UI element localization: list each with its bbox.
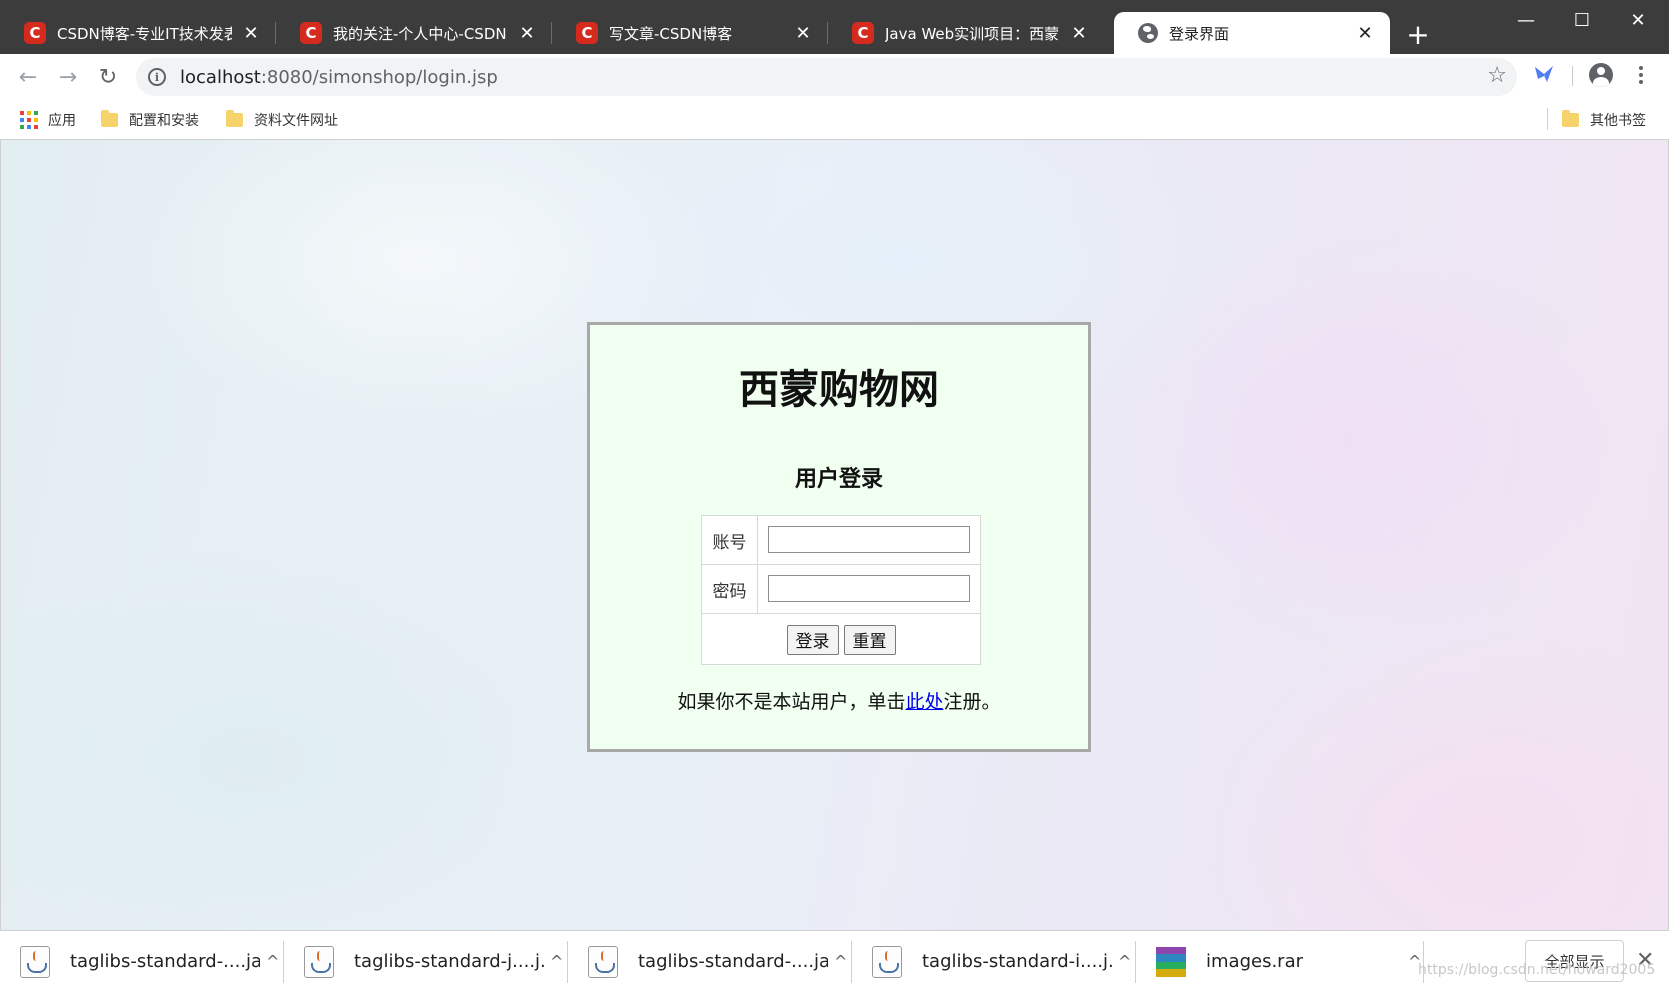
window-close-button[interactable]: ✕	[1610, 0, 1666, 40]
url-host: localhost	[180, 66, 261, 88]
login-button[interactable]: 登录	[786, 624, 839, 655]
download-shelf: taglibs-standard-....jar ^ taglibs-stand…	[0, 930, 1669, 991]
watermark-text: https://blog.csdn.net/howard2005	[1418, 962, 1656, 978]
login-form: 账号 密码 登录 重置	[701, 515, 981, 665]
close-icon[interactable]: ✕	[240, 22, 262, 44]
bookmark-resources[interactable]: 资料文件网址	[226, 108, 338, 132]
reset-button[interactable]: 重置	[843, 624, 896, 655]
tab-title: CSDN博客-专业IT技术发表平	[57, 24, 232, 43]
close-icon[interactable]: ✕	[792, 22, 814, 44]
chevron-up-icon[interactable]: ^	[834, 952, 847, 971]
download-item[interactable]: taglibs-standard-i....j... ^	[852, 931, 1136, 991]
browser-toolbar: ← → ↻ i localhost:8080/simonshop/login.j…	[0, 54, 1669, 100]
bookmark-config[interactable]: 配置和安装	[101, 108, 199, 132]
bookmark-label: 配置和安装	[129, 113, 199, 129]
download-item[interactable]: taglibs-standard-....jar ^	[568, 931, 852, 991]
tab-csdn-following[interactable]: C 我的关注-个人中心-CSDN ✕	[276, 12, 552, 54]
forward-button[interactable]: →	[51, 60, 85, 94]
apps-icon	[20, 111, 38, 129]
register-prefix: 如果你不是本站用户，单击	[677, 691, 906, 713]
csdn-icon: C	[576, 22, 598, 44]
back-button[interactable]: ←	[11, 60, 45, 94]
login-panel: 西蒙购物网 用户登录 账号 密码 登录 重置 如果你不是本站用户，单击此处注册。	[587, 322, 1091, 752]
extension-icon[interactable]	[1532, 62, 1556, 86]
csdn-icon: C	[24, 22, 46, 44]
tab-title: 我的关注-个人中心-CSDN	[333, 24, 507, 43]
reload-button[interactable]: ↻	[91, 60, 125, 94]
globe-icon	[1138, 23, 1158, 43]
password-row: 密码	[702, 565, 980, 614]
username-label: 账号	[702, 516, 758, 564]
username-row: 账号	[702, 516, 980, 565]
menu-icon[interactable]	[1633, 62, 1649, 88]
minimize-button[interactable]: —	[1498, 0, 1554, 40]
password-label: 密码	[702, 565, 758, 613]
folder-icon	[101, 110, 118, 127]
chevron-up-icon[interactable]: ^	[550, 952, 563, 971]
tab-strip: C CSDN博客-专业IT技术发表平 ✕ C 我的关注-个人中心-CSDN ✕ …	[0, 0, 1669, 54]
chevron-up-icon[interactable]: ^	[1118, 952, 1131, 971]
bookmarks-separator	[1547, 108, 1548, 130]
download-name: taglibs-standard-j....j...	[354, 951, 544, 972]
bookmark-apps[interactable]: 应用	[20, 108, 76, 132]
close-icon[interactable]: ✕	[516, 22, 538, 44]
url-path: :8080/simonshop/login.jsp	[260, 66, 498, 88]
tab-title: 写文章-CSDN博客	[609, 24, 733, 43]
address-bar[interactable]: i localhost:8080/simonshop/login.jsp ☆	[136, 58, 1517, 96]
download-item[interactable]: taglibs-standard-j....j... ^	[284, 931, 568, 991]
register-link[interactable]: 此处	[905, 691, 943, 713]
folder-icon	[226, 110, 243, 127]
java-file-icon	[872, 945, 902, 978]
csdn-icon: C	[300, 22, 322, 44]
tab-java-web-project[interactable]: C Java Web实训项目：西蒙购 ✕	[828, 12, 1104, 54]
download-item[interactable]: taglibs-standard-....jar ^	[0, 931, 284, 991]
tab-csdn-write[interactable]: C 写文章-CSDN博客 ✕	[552, 12, 828, 54]
csdn-icon: C	[852, 22, 874, 44]
java-file-icon	[588, 945, 618, 978]
bookmark-star-icon[interactable]: ☆	[1487, 63, 1507, 88]
bookmark-label: 应用	[48, 113, 76, 129]
login-heading: 用户登录	[794, 467, 883, 492]
download-name: taglibs-standard-....jar	[638, 951, 828, 972]
username-input[interactable]	[768, 526, 970, 553]
download-name: taglibs-standard-i....j...	[922, 951, 1112, 972]
url-text[interactable]: localhost:8080/simonshop/login.jsp	[180, 67, 498, 88]
tab-title: 登录界面	[1169, 24, 1230, 43]
close-icon[interactable]: ✕	[1354, 22, 1376, 44]
page-viewport: 西蒙购物网 用户登录 账号 密码 登录 重置 如果你不是本站用户，单击此处注册。	[0, 140, 1669, 930]
bookmark-label: 资料文件网址	[254, 113, 338, 129]
java-file-icon	[304, 945, 334, 978]
account-icon[interactable]	[1589, 63, 1613, 87]
tab-csdn-home[interactable]: C CSDN博客-专业IT技术发表平 ✕	[0, 12, 276, 54]
maximize-button[interactable]: ☐	[1554, 0, 1610, 40]
java-file-icon	[20, 945, 50, 978]
download-name: images.rar	[1206, 951, 1303, 972]
info-icon[interactable]: i	[148, 68, 166, 86]
new-tab-button[interactable]: +	[1402, 18, 1434, 51]
download-item[interactable]: images.rar ^	[1136, 931, 1424, 991]
site-title: 西蒙购物网	[739, 367, 939, 413]
rar-archive-icon	[1156, 946, 1186, 977]
close-icon[interactable]: ✕	[1068, 22, 1090, 44]
tab-login-page[interactable]: 登录界面 ✕	[1114, 12, 1390, 54]
register-prompt: 如果你不是本站用户，单击此处注册。	[590, 687, 1088, 714]
tab-title: Java Web实训项目：西蒙购	[885, 24, 1060, 43]
register-suffix: 注册。	[943, 691, 1001, 713]
toolbar-separator	[1572, 66, 1573, 86]
bookmark-label: 其他书签	[1590, 113, 1646, 129]
form-buttons: 登录 重置	[702, 614, 980, 665]
password-input[interactable]	[768, 575, 970, 602]
chevron-up-icon[interactable]: ^	[266, 952, 279, 971]
bookmarks-bar: 应用 配置和安装 资料文件网址 其他书签	[0, 100, 1669, 140]
download-name: taglibs-standard-....jar	[70, 951, 260, 972]
bookmark-other[interactable]: 其他书签	[1562, 108, 1646, 132]
folder-icon	[1562, 110, 1579, 127]
